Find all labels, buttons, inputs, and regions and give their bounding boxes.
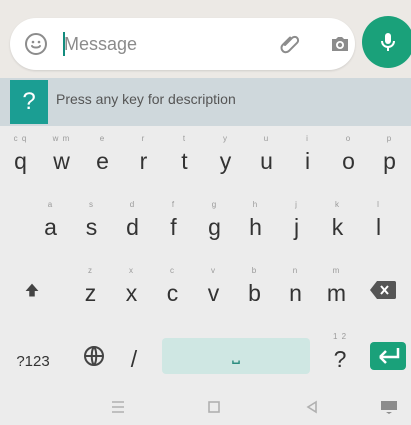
key-h[interactable]: hh xyxy=(235,192,276,248)
key-y[interactable]: yy xyxy=(205,126,246,182)
keyboard-row-1: c qq w mw ee rr tt yy uu ii oo pp xyxy=(0,126,411,182)
key-i[interactable]: ii xyxy=(287,126,328,182)
camera-icon[interactable] xyxy=(328,32,352,56)
key-l[interactable]: ll xyxy=(358,192,399,248)
backspace-key[interactable] xyxy=(360,258,406,314)
space-bar[interactable]: ⎵ xyxy=(162,338,310,374)
hint-text: Press any key for description xyxy=(56,91,236,107)
mic-icon xyxy=(381,33,395,51)
help-badge[interactable]: ? xyxy=(10,80,48,124)
key-question[interactable]: 1 2? xyxy=(320,324,360,380)
symbols-key[interactable]: ?123 xyxy=(10,324,56,380)
keyboard-switch-icon[interactable] xyxy=(380,400,398,414)
key-t[interactable]: tt xyxy=(164,126,205,182)
keyboard-row-4: ?123 / ⎵ 1 2? xyxy=(0,324,411,380)
key-q[interactable]: c qq xyxy=(0,126,41,182)
key-r[interactable]: rr xyxy=(123,126,164,182)
emoji-icon[interactable] xyxy=(24,32,48,56)
key-d[interactable]: dd xyxy=(112,192,153,248)
shift-key[interactable] xyxy=(10,258,55,314)
back-icon[interactable] xyxy=(304,399,320,415)
key-x[interactable]: xx xyxy=(111,258,152,314)
home-icon[interactable] xyxy=(206,399,222,415)
key-e[interactable]: ee xyxy=(82,126,123,182)
key-o[interactable]: oo xyxy=(328,126,369,182)
key-c[interactable]: cc xyxy=(152,258,193,314)
language-key[interactable] xyxy=(74,324,114,380)
key-f[interactable]: ff xyxy=(153,192,194,248)
key-n[interactable]: nn xyxy=(275,258,316,314)
message-bar xyxy=(10,18,355,70)
mic-button[interactable] xyxy=(362,16,411,68)
key-w[interactable]: w mw xyxy=(41,126,82,182)
keyboard-row-3: zz xx cc vv bb nn mm xyxy=(0,258,411,314)
key-b[interactable]: bb xyxy=(234,258,275,314)
key-a[interactable]: aa xyxy=(30,192,71,248)
key-g[interactable]: gg xyxy=(194,192,235,248)
globe-icon xyxy=(84,346,104,366)
shift-icon xyxy=(25,283,39,297)
keyboard-row-2: aa ss dd ff gg hh jj kk ll xyxy=(0,192,411,248)
key-m[interactable]: mm xyxy=(316,258,357,314)
attachment-icon[interactable] xyxy=(278,32,302,56)
enter-key[interactable] xyxy=(370,342,406,370)
key-u[interactable]: uu xyxy=(246,126,287,182)
menu-icon[interactable] xyxy=(110,399,126,415)
key-k[interactable]: kk xyxy=(317,192,358,248)
key-j[interactable]: jj xyxy=(276,192,317,248)
backspace-icon xyxy=(370,281,396,299)
system-nav-bar xyxy=(0,390,411,425)
message-composer xyxy=(0,0,411,78)
description-hint-bar: ? Press any key for description xyxy=(0,78,411,126)
keyboard: c qq w mw ee rr tt yy uu ii oo pp aa ss … xyxy=(0,126,411,425)
key-slash[interactable]: / xyxy=(114,324,154,380)
key-p[interactable]: pp xyxy=(369,126,410,182)
key-v[interactable]: vv xyxy=(193,258,234,314)
key-z[interactable]: zz xyxy=(70,258,111,314)
key-s[interactable]: ss xyxy=(71,192,112,248)
message-input[interactable] xyxy=(64,30,254,58)
enter-icon xyxy=(379,348,400,364)
